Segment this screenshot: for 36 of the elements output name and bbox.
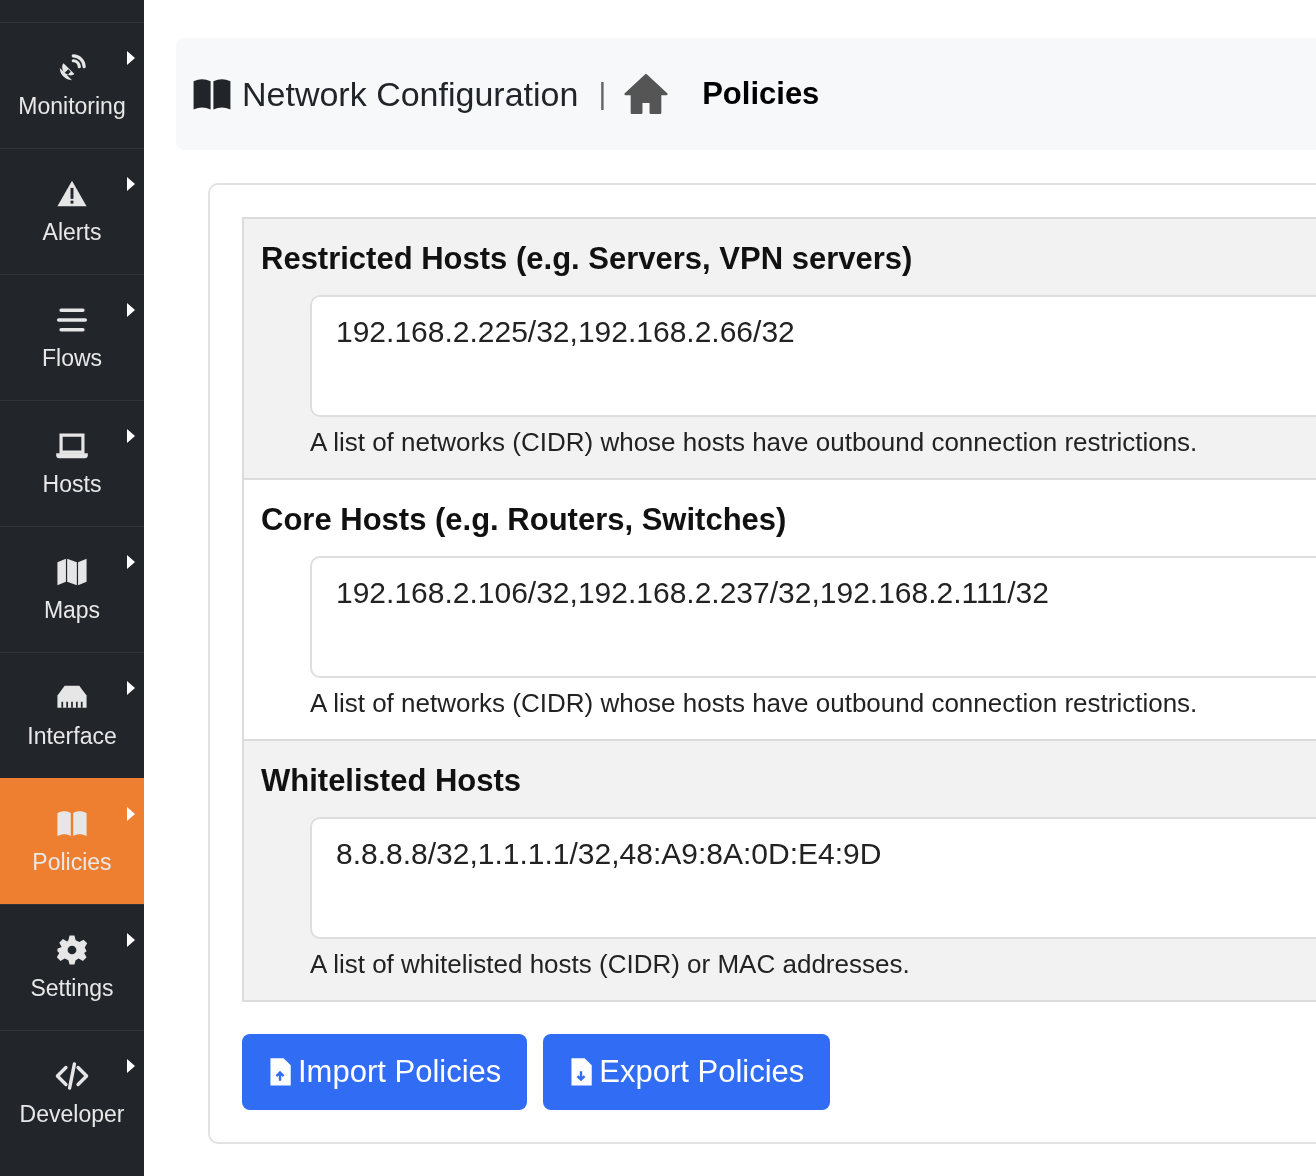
sidebar-item[interactable]: Flows bbox=[0, 274, 144, 400]
help-text: A list of networks (CIDR) whose hosts have outbound connection restrictions. bbox=[310, 688, 1199, 719]
setting-heading: Restricted Hosts (e.g. Servers, VPN servers) bbox=[261, 241, 914, 277]
home-icon[interactable] bbox=[624, 73, 669, 115]
setting-heading: Core Hosts (e.g. Routers, Switches) bbox=[261, 502, 788, 538]
help-text: A list of whitelisted hosts (CIDR) or MAC addresses. bbox=[310, 949, 911, 980]
sidebar-item[interactable]: Hosts bbox=[0, 400, 144, 526]
policy-button[interactable]: Export Policies bbox=[543, 1034, 831, 1110]
sidebar-item-icon bbox=[55, 933, 89, 967]
file-upload-icon bbox=[268, 1056, 292, 1088]
caret-icon bbox=[127, 681, 135, 695]
sidebar-item[interactable]: Settings bbox=[0, 904, 144, 1030]
breadcrumb-separator: | bbox=[598, 77, 607, 111]
book-icon bbox=[192, 77, 232, 111]
cidr-textarea[interactable]: 8.8.8.8/32,1.1.1.1/32,48:A9:8A:0D:E4:9D bbox=[310, 817, 1316, 939]
caret-icon bbox=[127, 933, 135, 947]
sidebar-item[interactable]: Maps bbox=[0, 526, 144, 652]
cidr-textarea[interactable]: 192.168.2.106/32,192.168.2.237/32,192.168.2.111/32 bbox=[310, 556, 1316, 678]
sidebar-item[interactable]: Developer bbox=[0, 1030, 144, 1156]
caret-icon bbox=[127, 1059, 135, 1073]
file-download-icon bbox=[569, 1056, 594, 1088]
sidebar-item[interactable]: Monitoring bbox=[0, 22, 144, 148]
help-text: A list of networks (CIDR) whose hosts have outbound connection restrictions. bbox=[310, 427, 1199, 458]
setting-heading: Whitelisted Hosts bbox=[261, 763, 523, 799]
caret-icon bbox=[127, 807, 135, 821]
sidebar-item-icon bbox=[55, 1059, 89, 1093]
caret-icon bbox=[127, 429, 135, 443]
caret-icon bbox=[127, 555, 135, 569]
breadcrumb-current: Policies bbox=[702, 76, 820, 112]
caret-icon bbox=[127, 51, 135, 65]
caret-icon bbox=[127, 177, 135, 191]
page-title: Network Configuration bbox=[242, 74, 579, 114]
policy-button[interactable]: Import Policies bbox=[242, 1034, 528, 1110]
cidr-textarea[interactable]: 192.168.2.225/32,192.168.2.66/32 bbox=[310, 295, 1316, 417]
sidebar-item[interactable]: Alerts bbox=[0, 148, 144, 274]
caret-icon bbox=[127, 303, 135, 317]
